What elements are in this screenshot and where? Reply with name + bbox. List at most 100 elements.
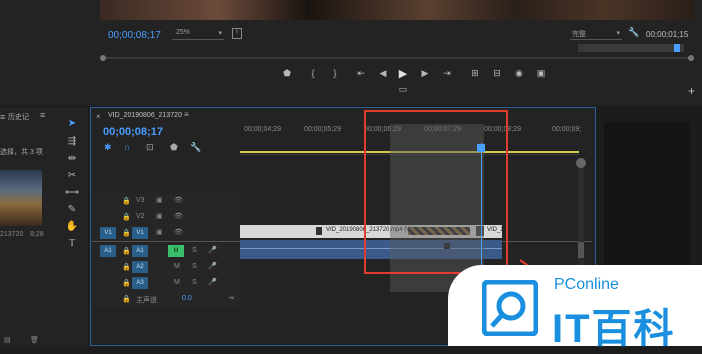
clip-thumbnail[interactable] [0, 170, 42, 226]
clip-duration: 8;28 [30, 231, 44, 238]
timeline-timecode[interactable]: 00;00;08;17 [103, 126, 163, 138]
track-label-master: 主声道 [136, 297, 157, 304]
track-target-v1[interactable]: V1 [132, 227, 148, 239]
mute-button[interactable]: M [174, 263, 180, 270]
watermark-brand-bottom: IT百科 [552, 307, 676, 351]
highlight-rectangle [364, 110, 508, 274]
settings-icon[interactable]: ! [232, 28, 242, 39]
trash-icon[interactable]: 🗑 [30, 336, 39, 344]
lock-icon[interactable]: 🔒 [122, 197, 131, 205]
track-header-v3: 🔒 V3 ▣ 👁 [92, 193, 240, 209]
marker-icon[interactable]: ⬟ [280, 68, 294, 79]
scroll-handle-top[interactable] [576, 158, 586, 168]
button-editor-icon[interactable]: ▭ [396, 84, 410, 95]
eye-icon[interactable]: 👁 [174, 228, 183, 236]
playhead-timecode[interactable]: 00;00;08;17 [108, 30, 161, 41]
track-header-a1: A1 🔒 A1 M S 🎤 [92, 243, 240, 259]
add-marker-icon[interactable]: ⬟ [170, 142, 178, 153]
tools-panel: ➤ ⇶ ⇹ ✂ ⟷ ✎ ✋ T [62, 112, 82, 262]
menu-icon[interactable]: ≡ [184, 110, 189, 119]
selection-tool-icon[interactable]: ➤ [62, 118, 82, 132]
step-forward-icon[interactable]: ▶ [418, 68, 432, 79]
chevron-down-icon: ▾ [218, 30, 222, 37]
solo-button[interactable]: S [192, 247, 197, 254]
scrub-bar[interactable] [106, 57, 694, 59]
clip-name: 213720 [0, 231, 24, 238]
mute-button[interactable]: M [174, 279, 180, 286]
extract-icon[interactable]: ⊟ [490, 68, 504, 79]
track-header-master: 🔒 主声道 0.0 ⇥ [92, 291, 240, 307]
eye-icon[interactable]: 👁 [174, 196, 183, 204]
hand-tool-icon[interactable]: ✋ [62, 221, 82, 235]
mic-icon[interactable]: 🎤 [208, 262, 217, 270]
solo-button[interactable]: S [192, 263, 197, 270]
lock-icon[interactable]: 🔒 [122, 279, 131, 287]
mic-icon[interactable]: 🎤 [208, 278, 217, 286]
zoom-scrollbar[interactable] [578, 44, 684, 52]
lift-icon[interactable]: ⊞ [468, 68, 482, 79]
track-select-tool-icon[interactable]: ⇶ [62, 136, 82, 150]
track-target-a1[interactable]: A1 [132, 245, 148, 257]
add-button-icon[interactable]: + [688, 84, 695, 98]
zoom-value: 25% [176, 29, 191, 36]
go-to-end-icon[interactable]: ⇥ [228, 294, 234, 302]
master-level[interactable]: 0.0 [182, 295, 192, 302]
razor-tool-icon[interactable]: ✂ [62, 170, 82, 184]
ruler-label: 00;00;09; [552, 126, 582, 133]
export-frame-icon[interactable]: ◉ [512, 68, 526, 79]
sync-lock-icon[interactable]: ▣ [156, 196, 163, 204]
pconline-logo-icon [482, 280, 538, 336]
step-back-icon[interactable]: ◀ [376, 68, 390, 79]
linked-selection-icon[interactable]: ⊡ [146, 142, 154, 153]
mark-out-icon[interactable]: } [328, 68, 342, 78]
mute-button[interactable]: M [168, 245, 184, 257]
fx-badge [316, 227, 322, 235]
track-header-a3: 🔒 A3 M S 🎤 [92, 275, 240, 291]
lock-icon[interactable]: 🔒 [122, 263, 131, 271]
track-target-a3[interactable]: A3 [132, 277, 148, 289]
go-to-in-icon[interactable]: ⇤ [354, 68, 368, 79]
quality-select[interactable]: 完整 ▾ [570, 28, 622, 40]
sidebar-tab-expander[interactable]: ≡ [0, 112, 5, 122]
ruler-label: 00;00;04;29 [244, 126, 281, 133]
mark-in-icon[interactable]: { [306, 68, 320, 78]
compare-icon[interactable]: ▣ [534, 68, 548, 79]
video-preview [100, 0, 694, 20]
nest-icon[interactable]: ✱ [104, 142, 112, 153]
lock-icon[interactable]: 🔒 [122, 295, 131, 303]
new-bin-icon[interactable]: ▤ [4, 336, 11, 344]
play-icon[interactable]: ▶ [396, 67, 410, 80]
zoom-select[interactable]: 25% ▾ [172, 28, 224, 40]
tab-history[interactable]: 历史记 [8, 112, 29, 122]
sequence-tab[interactable]: VID_20190806_213720 [108, 112, 182, 119]
pen-tool-icon[interactable]: ✎ [62, 204, 82, 218]
duration-timecode: 00;00;01;15 [646, 30, 689, 39]
watermark-brand-top: PConline [554, 276, 619, 293]
sync-lock-icon[interactable]: ▣ [156, 212, 163, 220]
quality-value: 完整 [572, 31, 586, 38]
lock-icon[interactable]: 🔒 [122, 247, 131, 255]
menu-icon[interactable]: ≡ [40, 110, 45, 120]
snap-icon[interactable]: ∩ [124, 142, 130, 152]
sync-lock-icon[interactable]: ▣ [156, 228, 163, 236]
scrub-start-handle[interactable] [100, 55, 106, 61]
solo-button[interactable]: S [192, 279, 197, 286]
type-tool-icon[interactable]: T [62, 238, 82, 252]
go-to-out-icon[interactable]: ⇥ [440, 68, 454, 79]
source-patch-v1[interactable]: V1 [100, 227, 116, 239]
lock-icon[interactable]: 🔒 [122, 213, 131, 221]
mic-icon[interactable]: 🎤 [208, 246, 217, 254]
source-patch-a1[interactable]: A1 [100, 245, 116, 257]
close-icon[interactable]: × [96, 112, 101, 121]
scrub-end-handle[interactable] [688, 55, 694, 61]
eye-icon[interactable]: 👁 [174, 212, 183, 220]
track-label-v2: V2 [136, 213, 145, 220]
wrench-icon[interactable]: 🔧 [190, 142, 201, 153]
slip-tool-icon[interactable]: ⟷ [62, 187, 82, 201]
ripple-edit-tool-icon[interactable]: ⇹ [62, 153, 82, 167]
wrench-icon[interactable]: 🔧 [628, 27, 639, 38]
track-header-a2: 🔒 A2 M S 🎤 [92, 259, 240, 275]
track-target-a2[interactable]: A2 [132, 261, 148, 273]
ruler-label: 00;00;05;29 [304, 126, 341, 133]
lock-icon[interactable]: 🔒 [122, 229, 131, 237]
